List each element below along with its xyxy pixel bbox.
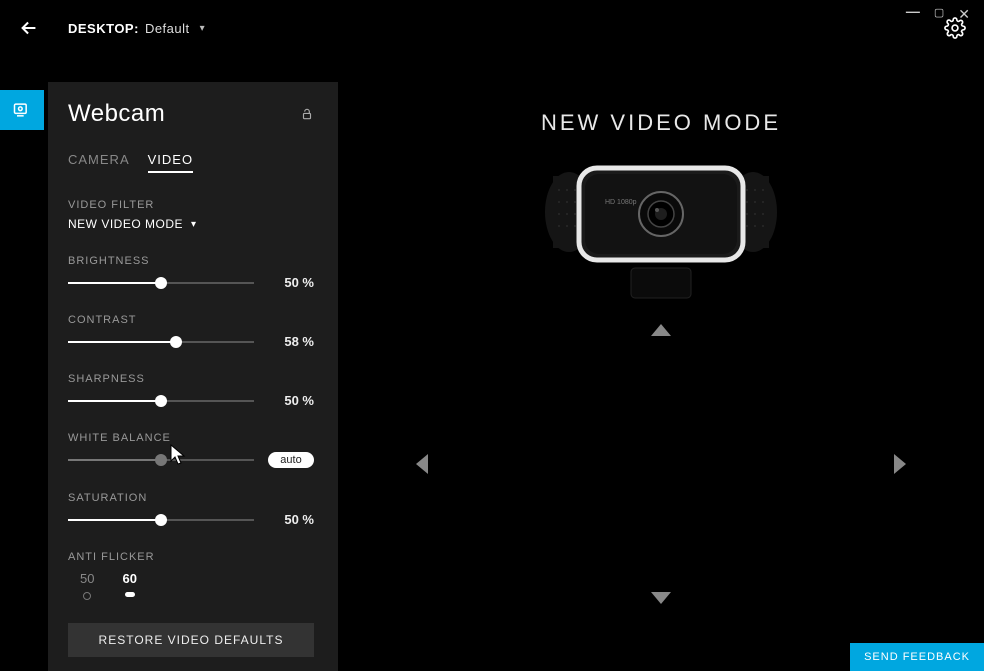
contrast-label: CONTRAST xyxy=(68,314,314,326)
brightness-label: BRIGHTNESS xyxy=(68,255,314,267)
radio-icon xyxy=(125,592,135,597)
anti-flicker-label: ANTI FLICKER xyxy=(68,551,314,563)
back-arrow-icon[interactable] xyxy=(18,17,40,39)
saturation-value: 50 % xyxy=(268,512,314,527)
desktop-selector[interactable]: DESKTOP: Default ▾ xyxy=(68,21,205,36)
brightness-value: 50 % xyxy=(268,275,314,290)
desktop-prefix: DESKTOP: xyxy=(68,21,139,36)
pan-down-button[interactable] xyxy=(651,592,671,604)
chevron-down-icon: ▾ xyxy=(200,23,206,34)
radio-icon xyxy=(83,592,91,600)
pan-right-button[interactable] xyxy=(894,454,906,474)
saturation-slider[interactable] xyxy=(68,519,254,521)
left-rail xyxy=(0,90,44,130)
white-balance-slider[interactable] xyxy=(68,459,254,461)
video-filter-value: NEW VIDEO MODE xyxy=(68,217,183,231)
desktop-value: Default xyxy=(145,21,190,36)
webcam-rail-button[interactable] xyxy=(0,90,44,130)
send-feedback-button[interactable]: SEND FEEDBACK xyxy=(850,643,984,671)
settings-panel: Webcam CAMERA VIDEO VIDEO FILTER NEW VID… xyxy=(48,82,338,671)
chevron-down-icon: ▾ xyxy=(191,219,197,230)
panel-title: Webcam xyxy=(68,100,165,128)
webcam-icon xyxy=(12,100,32,120)
sharpness-value: 50 % xyxy=(268,393,314,408)
panel-tabs: CAMERA VIDEO xyxy=(68,152,314,173)
settings-gear-icon[interactable] xyxy=(944,17,966,39)
restore-defaults-button[interactable]: RESTORE VIDEO DEFAULTS xyxy=(68,623,314,657)
video-mode-title: NEW VIDEO MODE xyxy=(338,110,984,136)
contrast-value: 58 % xyxy=(268,334,314,349)
brightness-slider[interactable] xyxy=(68,282,254,284)
video-filter-label: VIDEO FILTER xyxy=(68,199,314,211)
anti-flicker-50[interactable]: 50 xyxy=(80,571,94,600)
pan-left-button[interactable] xyxy=(416,454,428,474)
saturation-label: SATURATION xyxy=(68,492,314,504)
svg-text:HD 1080p: HD 1080p xyxy=(605,199,637,206)
pan-up-button[interactable] xyxy=(651,324,671,336)
anti-flicker-60[interactable]: 60 xyxy=(122,571,136,600)
sharpness-label: SHARPNESS xyxy=(68,373,314,385)
lock-icon[interactable] xyxy=(300,107,314,121)
preview-area: NEW VIDEO MODE HD 1080p xyxy=(338,82,984,671)
contrast-slider[interactable] xyxy=(68,341,254,343)
white-balance-auto-toggle[interactable]: auto xyxy=(268,452,314,468)
sharpness-slider[interactable] xyxy=(68,400,254,402)
webcam-illustration: HD 1080p xyxy=(541,150,781,310)
tab-video[interactable]: VIDEO xyxy=(148,152,193,173)
tab-camera[interactable]: CAMERA xyxy=(68,152,130,173)
app-header: DESKTOP: Default ▾ xyxy=(18,10,966,46)
white-balance-label: WHITE BALANCE xyxy=(68,432,314,444)
video-filter-dropdown[interactable]: NEW VIDEO MODE ▾ xyxy=(68,217,314,231)
